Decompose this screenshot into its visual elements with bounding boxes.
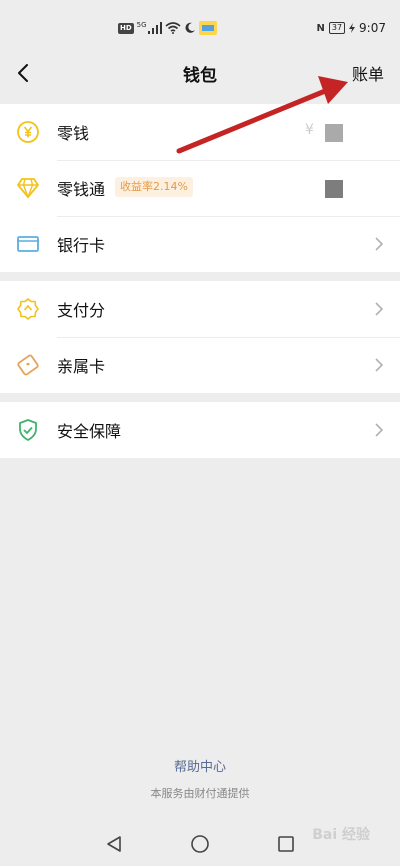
help-center-link[interactable]: 帮助中心 [0,756,400,775]
battery-icon: 37 [328,22,346,34]
balance-redacted [325,180,343,198]
circle-home-icon [191,835,209,853]
list-item-family-card[interactable]: 亲属卡 [0,337,400,393]
nfc-icon: N [316,22,325,34]
status-right-group: N 37 9:07 [316,20,386,36]
system-back-button[interactable] [102,832,126,856]
wallet-section-balance: 零钱 ¥ 零钱通 收益率2.14% 银行卡 [0,104,400,272]
list-item-change-plus[interactable]: 零钱通 收益率2.14% [0,160,400,216]
chevron-right-icon [375,302,384,316]
list-item-label: 零钱 [57,124,90,143]
list-item-label: 银行卡 [57,236,106,255]
wallet-section-security: 安全保障 [0,402,400,458]
signal-icon [147,22,162,34]
nav-bar: 钱包 账单 [0,44,400,102]
system-recents-button[interactable] [274,832,298,856]
list-item-label: 支付分 [57,301,106,320]
charging-icon [349,23,356,33]
pay-score-icon [16,297,40,321]
list-item-bank-card[interactable]: 银行卡 [0,216,400,272]
bank-card-icon [16,232,40,256]
balance-redacted [325,124,343,142]
footer: 帮助中心 本服务由财付通提供 [0,756,400,801]
hd-badge: HD [118,22,134,34]
coin-icon [16,120,40,144]
bill-button[interactable]: 账单 [352,61,384,85]
network-type: 5G [136,21,147,29]
chevron-right-icon [375,423,384,437]
square-recents-icon [278,836,294,852]
wallet-section-services: 支付分 亲属卡 [0,281,400,393]
yield-badge: 收益率2.14% [115,177,193,197]
balance-currency: ¥ [305,122,314,138]
family-card-icon [16,353,40,377]
provider-text: 本服务由财付通提供 [150,787,250,800]
list-item-label: 安全保障 [57,422,122,441]
chevron-right-icon [375,358,384,372]
diamond-icon [16,176,40,200]
chevron-right-icon [375,237,384,251]
page-title: 钱包 [183,66,217,86]
status-bar: HD 5G N 37 9:07 [0,0,400,44]
system-home-button[interactable] [188,832,212,856]
clock-time: 9:07 [359,21,386,35]
list-item-label: 零钱通 [57,180,106,199]
list-item-security[interactable]: 安全保障 [0,402,400,458]
list-item-pay-score[interactable]: 支付分 [0,281,400,337]
app-notification-icon [198,21,217,35]
shield-icon [16,418,40,442]
list-item-label: 亲属卡 [57,357,106,376]
moon-icon [185,22,195,33]
watermark-logo: Bai 经验 [312,827,370,843]
triangle-back-icon [107,836,121,852]
wifi-icon [165,22,181,34]
list-item-change[interactable]: 零钱 ¥ [0,104,400,160]
status-icons-group: HD 5G [118,20,217,36]
